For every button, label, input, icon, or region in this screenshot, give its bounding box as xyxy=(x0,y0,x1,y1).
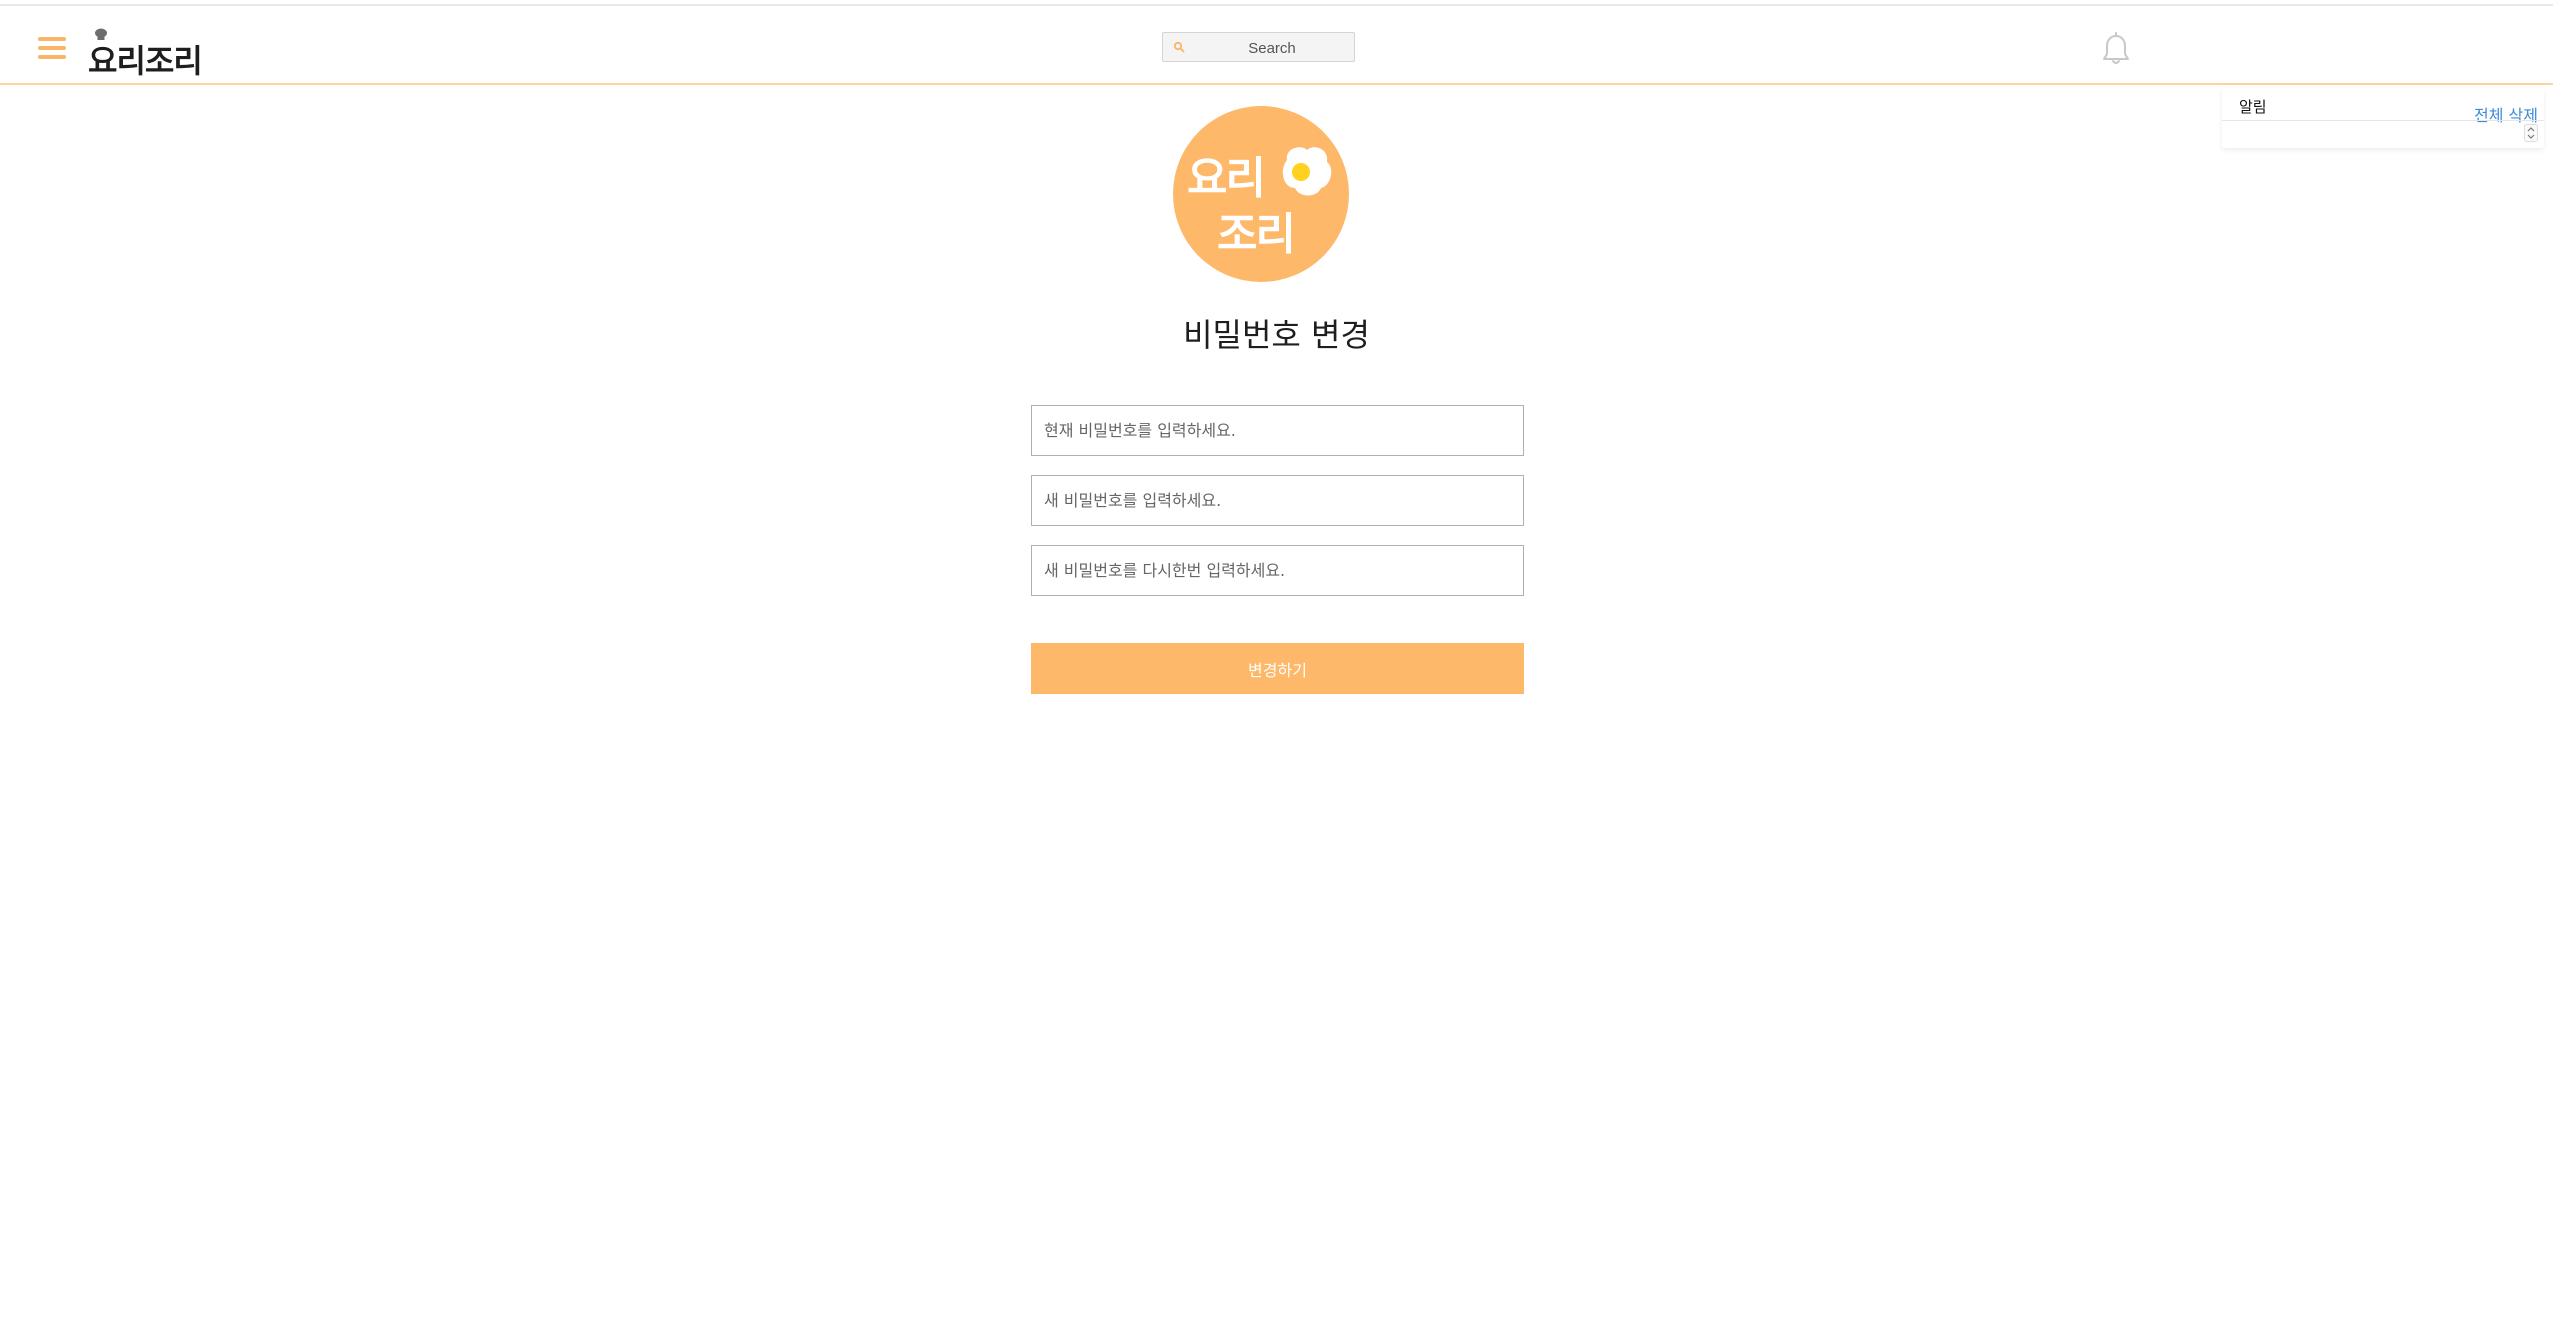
brand-name: 요리조리 xyxy=(88,42,203,80)
change-password-button[interactable]: 변경하기 xyxy=(1031,643,1524,694)
notification-divider xyxy=(2222,120,2544,121)
bell-icon[interactable] xyxy=(2100,32,2132,68)
yorijori-logo: 요리 조리 xyxy=(1173,106,1349,282)
chef-hat-icon xyxy=(95,28,107,40)
search-box[interactable] xyxy=(1162,32,1357,63)
page-title: 비밀번호 변경 xyxy=(1183,316,1370,354)
search-input[interactable] xyxy=(1187,33,1357,63)
confirm-password-field[interactable] xyxy=(1031,545,1524,596)
new-password-field[interactable] xyxy=(1031,475,1524,526)
notification-title: 알림 xyxy=(2239,98,2267,116)
notification-panel: 알림 전체 삭제 xyxy=(2222,88,2544,148)
current-password-field[interactable] xyxy=(1031,405,1524,456)
fried-egg-icon xyxy=(1282,147,1332,196)
scroll-arrows-icon[interactable] xyxy=(2524,124,2538,142)
logo-text-line1: 요리 xyxy=(1187,153,1266,204)
navbar: 요리조리 xyxy=(0,6,2553,85)
logo-text-line2: 조리 xyxy=(1217,209,1296,260)
menu-icon[interactable] xyxy=(38,35,66,61)
search-icon xyxy=(1173,41,1185,53)
clear-all-link[interactable]: 전체 삭제 xyxy=(2474,102,2538,126)
brand-logo[interactable]: 요리조리 xyxy=(88,28,203,80)
